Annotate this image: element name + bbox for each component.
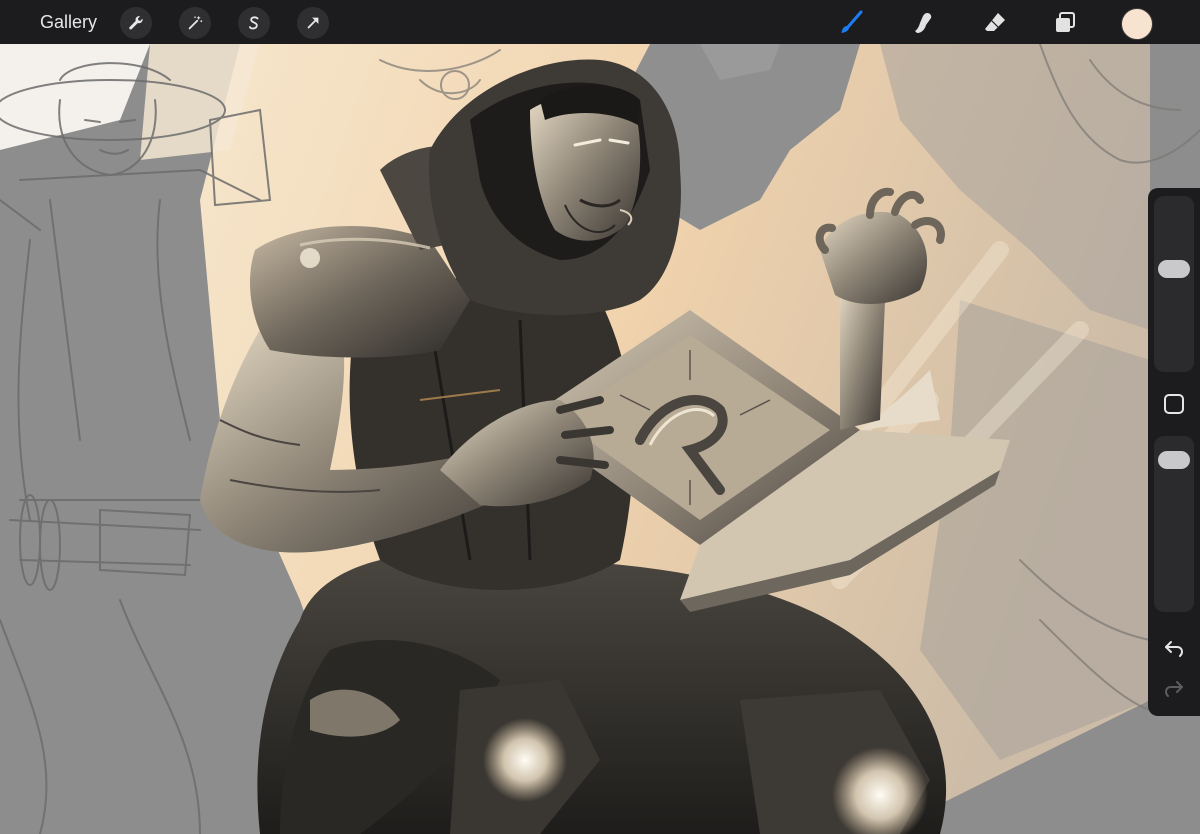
redo-arrow-icon (1164, 681, 1183, 697)
brush-icon (841, 10, 863, 33)
undo-arrow-icon (1165, 641, 1184, 657)
undo-button[interactable] (1160, 634, 1188, 662)
wrench-icon (129, 16, 143, 30)
artwork-illustration (0, 44, 1200, 834)
brush-tool-button[interactable] (834, 6, 868, 40)
side-bar-panel (1148, 188, 1200, 716)
top-toolbar: Gallery (0, 0, 1200, 44)
eraser-icon (985, 13, 1005, 31)
color-picker-swatch[interactable] (1121, 8, 1153, 40)
layers-icon (1056, 12, 1075, 32)
adjustments-button[interactable] (179, 7, 211, 39)
arrow-cursor-icon (307, 17, 319, 29)
opacity-slider[interactable] (1154, 436, 1194, 612)
transform-button[interactable] (297, 7, 329, 39)
selection-s-icon (249, 16, 259, 30)
opacity-thumb[interactable] (1158, 450, 1190, 469)
gallery-button[interactable]: Gallery (40, 11, 97, 33)
smudge-finger-icon (915, 13, 932, 33)
brush-size-thumb[interactable] (1158, 260, 1190, 278)
selection-button[interactable] (238, 7, 270, 39)
layers-button[interactable] (1048, 6, 1082, 40)
procreate-app: Gallery (0, 0, 1200, 834)
magic-wand-icon (188, 15, 203, 30)
redo-button[interactable] (1160, 674, 1188, 702)
brush-size-slider[interactable] (1154, 196, 1194, 372)
square-icon (1164, 394, 1184, 414)
smudge-tool-button[interactable] (906, 6, 940, 40)
actions-button[interactable] (120, 7, 152, 39)
eraser-tool-button[interactable] (978, 6, 1012, 40)
drawing-canvas[interactable] (0, 44, 1200, 834)
modify-button[interactable] (1162, 392, 1186, 416)
